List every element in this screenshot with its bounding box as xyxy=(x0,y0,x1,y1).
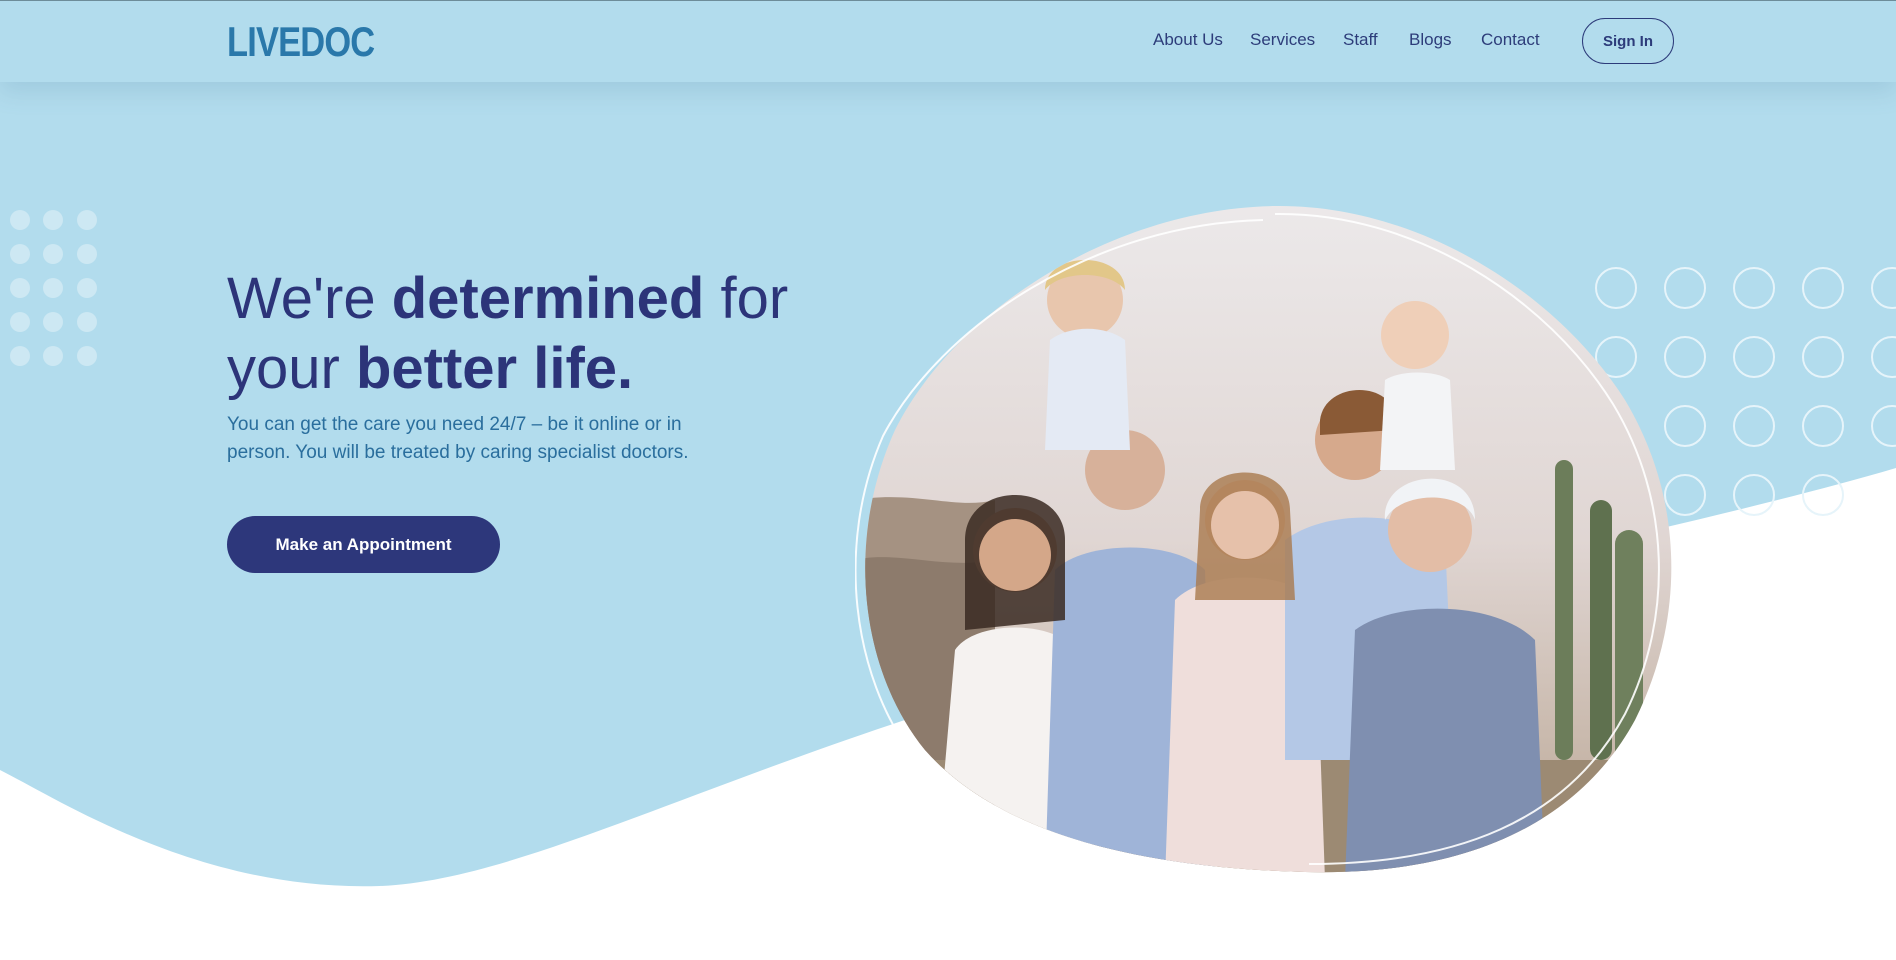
nav-blogs[interactable]: Blogs xyxy=(1409,30,1452,50)
decorative-dots-left xyxy=(10,210,97,366)
hero-headline: We're determined for your better life. xyxy=(227,264,867,404)
make-appointment-button[interactable]: Make an Appointment xyxy=(227,516,500,573)
nav-staff[interactable]: Staff xyxy=(1343,30,1378,50)
nav-services[interactable]: Services xyxy=(1250,30,1315,50)
headline-text-1: We're xyxy=(227,266,392,331)
hero-family-photo xyxy=(855,205,1672,873)
headline-bold-2: better life. xyxy=(355,336,634,401)
headline-bold-1: determined xyxy=(391,266,705,331)
nav-about-us[interactable]: About Us xyxy=(1153,30,1223,50)
logo[interactable]: LIVEDOC xyxy=(227,18,375,66)
hero-subtext: You can get the care you need 24/7 – be … xyxy=(227,414,689,463)
sign-in-button[interactable]: Sign In xyxy=(1582,18,1674,64)
nav-contact[interactable]: Contact xyxy=(1481,30,1540,50)
navbar: LIVEDOC About Us Services Staff Blogs Co… xyxy=(0,0,1896,82)
